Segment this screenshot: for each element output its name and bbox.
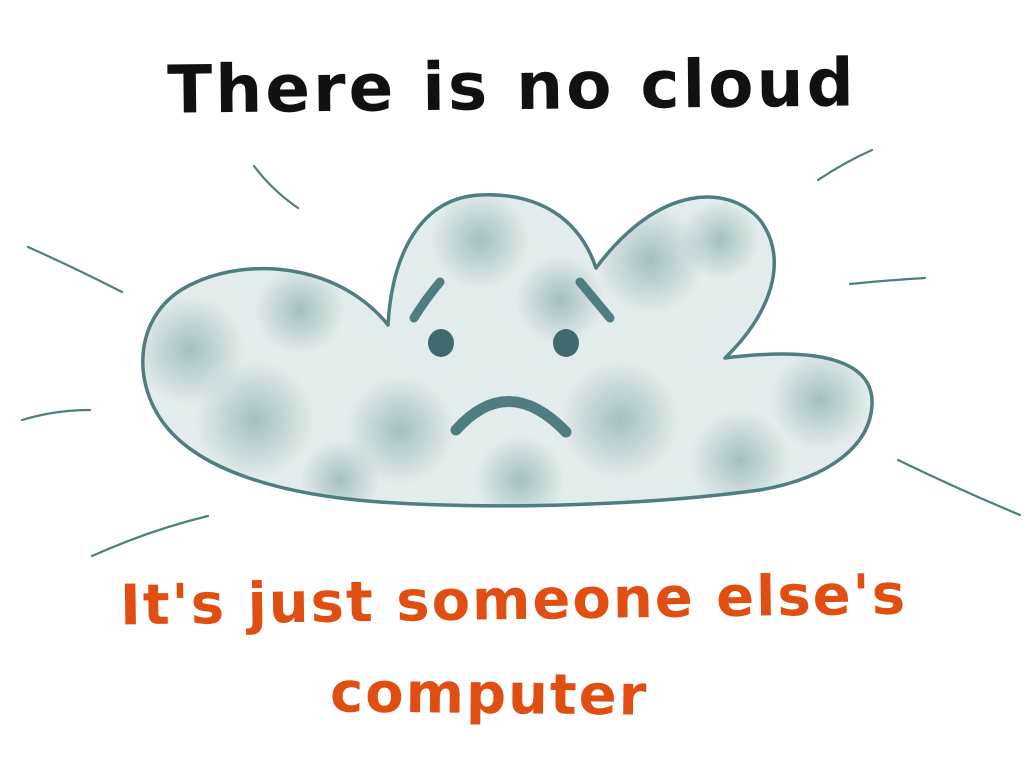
cloud-body [141,193,874,508]
right-eye [553,329,579,357]
caption-line-1: It's just someone else's [119,562,908,639]
headline-text: There is no cloud [166,44,858,129]
illustration-canvas: There is no cloud It's just someone else… [0,0,1024,768]
caption-line-2: computer [329,660,649,729]
left-eye [428,329,454,357]
